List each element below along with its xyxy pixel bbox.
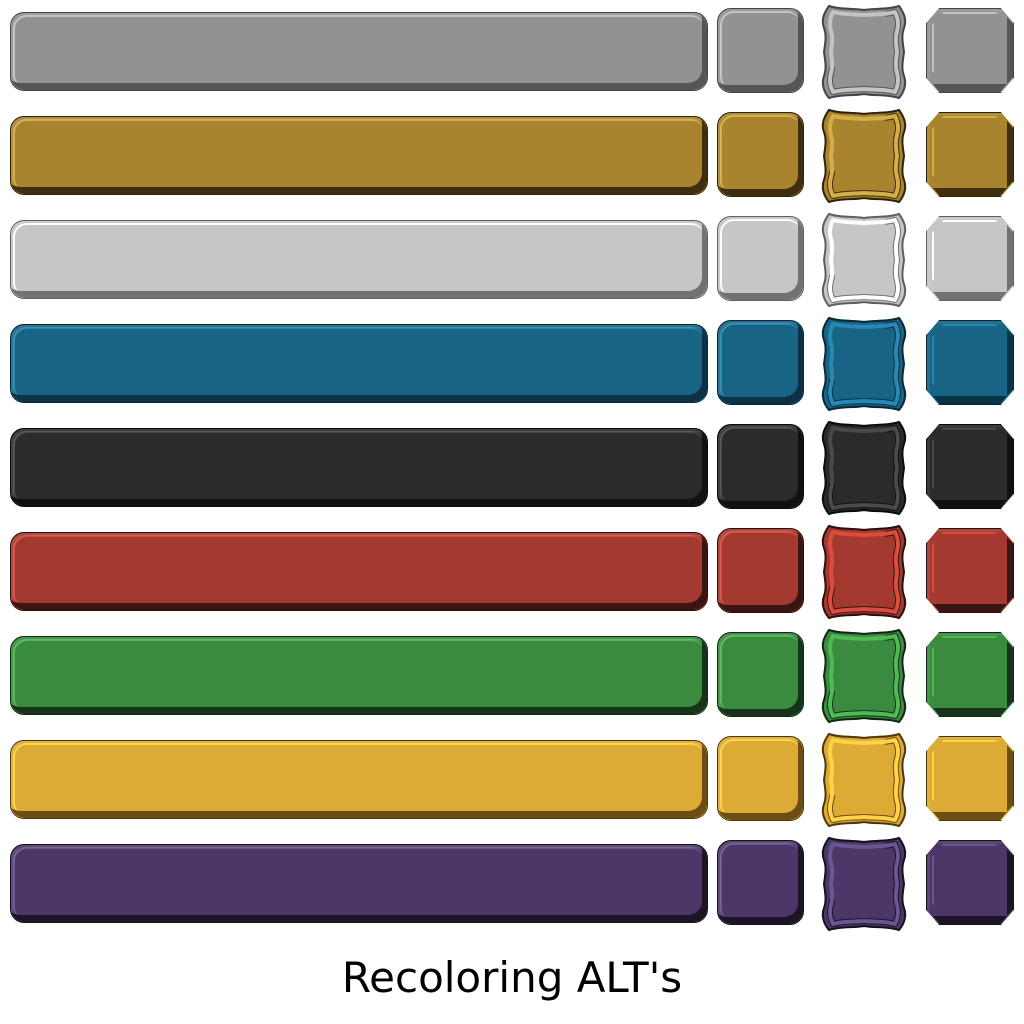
octagon-tile-black [926,424,1014,509]
ornate-tile-shape-green [821,628,907,724]
row-red [0,520,1024,624]
ornate-tile-shape-red [821,524,907,620]
ornate-tile-outer-silver [821,212,907,308]
ornate-tile-blue [811,310,917,418]
octagon-tile-green [926,632,1014,717]
ornate-tile-outer-gold [821,108,907,204]
row-blue [0,312,1024,416]
ornate-tile-shape-gray [821,4,907,100]
bar-gold [10,116,708,195]
row-black [0,416,1024,520]
ornate-tile-gray [811,0,917,106]
ornate-tile-outer-yellow [821,732,907,828]
ornate-tile-shape-yellow [821,732,907,828]
row-green [0,624,1024,728]
rounded-tile-green [717,632,804,717]
ornate-tile-shape-black [821,420,907,516]
octagon-tile-yellow [926,736,1014,821]
bar-silver [10,220,708,299]
ornate-tile-silver [811,206,917,314]
ornate-tile-gold [811,102,917,210]
octagon-tile-gold [926,112,1014,197]
octagon-tile-blue [926,320,1014,405]
rounded-tile-purple [717,840,804,925]
bar-black [10,428,708,507]
row-yellow [0,728,1024,832]
recolor-sheet: Recoloring ALT's [0,0,1024,1024]
ornate-tile-yellow [811,726,917,834]
ornate-tile-shape-silver [821,212,907,308]
caption: Recoloring ALT's [341,953,683,1002]
ornate-tile-outer-red [821,524,907,620]
ornate-tile-outer-black [821,420,907,516]
ornate-tile-outer-blue [821,316,907,412]
ornate-tile-shape-purple [821,836,907,932]
rounded-tile-gray [717,8,804,93]
bar-yellow [10,740,708,819]
ornate-tile-green [811,622,917,730]
rounded-tile-yellow [717,736,804,821]
bar-blue [10,324,708,403]
rounded-tile-red [717,528,804,613]
ornate-tile-red [811,518,917,626]
rounded-tile-blue [717,320,804,405]
bar-gray [10,12,708,91]
row-gold [0,104,1024,208]
ornate-tile-purple [811,830,917,938]
octagon-tile-silver [926,216,1014,301]
row-gray [0,0,1024,104]
bar-green [10,636,708,715]
bar-red [10,532,708,611]
ornate-tile-outer-purple [821,836,907,932]
bar-purple [10,844,708,923]
rounded-tile-silver [717,216,804,301]
row-silver [0,208,1024,312]
rounded-tile-gold [717,112,804,197]
ornate-tile-shape-gold [821,108,907,204]
ornate-tile-outer-green [821,628,907,724]
ornate-tile-black [811,414,917,522]
rounded-tile-black [717,424,804,509]
octagon-tile-gray [926,8,1014,93]
octagon-tile-red [926,528,1014,613]
ornate-tile-shape-blue [821,316,907,412]
row-purple [0,832,1024,936]
octagon-tile-purple [926,840,1014,925]
ornate-tile-outer-gray [821,4,907,100]
